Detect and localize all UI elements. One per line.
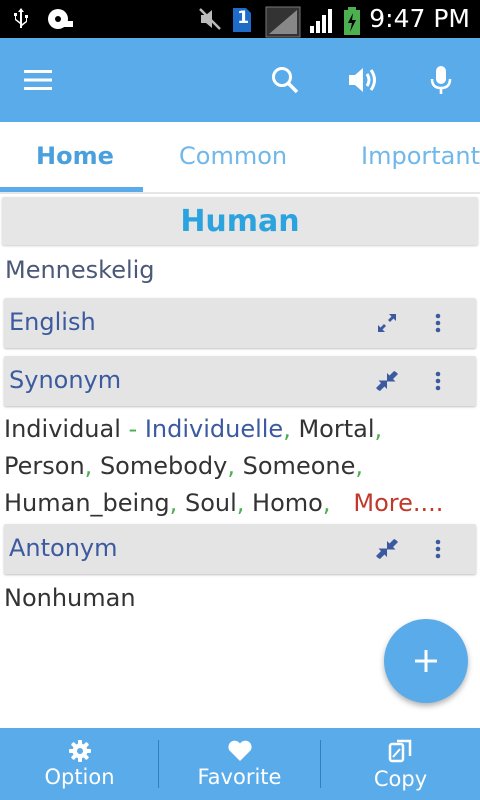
collapse-icon — [376, 539, 398, 559]
synonym-item[interactable]: Someone — [243, 452, 356, 480]
copy-button[interactable]: Copy — [321, 728, 480, 800]
section-antonym-label: Antonym — [9, 534, 118, 562]
separator: , — [227, 452, 235, 480]
add-fab-button[interactable] — [384, 619, 468, 703]
separator: , — [169, 489, 178, 517]
separator: , — [84, 452, 93, 480]
usb-icon — [10, 6, 36, 32]
synonym-dash: - — [120, 415, 145, 443]
tab-bar: Home Common Important — [0, 122, 480, 194]
synonym-list: Individual - Individuelle, Mortal, Perso… — [4, 411, 476, 522]
collapse-icon — [376, 371, 398, 391]
separator: , — [283, 415, 291, 443]
expand-icon — [378, 314, 396, 332]
mic-icon — [430, 66, 452, 94]
section-synonym[interactable]: Synonym — [4, 356, 476, 406]
bottom-bar: Option Favorite Copy — [0, 728, 480, 800]
favorite-button[interactable]: Favorite — [160, 728, 319, 800]
copy-label: Copy — [373, 766, 428, 791]
tab-common[interactable]: Common — [179, 142, 287, 170]
app-bar — [0, 38, 480, 122]
expand-english-button[interactable] — [374, 310, 400, 336]
word-title: Human — [180, 203, 300, 239]
collapse-synonym-button[interactable] — [374, 368, 400, 394]
separator: , — [355, 452, 364, 480]
synonym-item[interactable]: Mortal — [298, 415, 374, 443]
synonym-item[interactable]: Human_being — [4, 489, 170, 517]
more-vert-icon — [435, 371, 441, 391]
separator: , — [236, 489, 245, 517]
synonym-overflow-button[interactable] — [426, 366, 450, 396]
speaker-icon — [349, 68, 376, 92]
sim-badge: 1 — [237, 8, 250, 28]
sim-icon: 1 — [231, 6, 257, 32]
search-button[interactable] — [265, 60, 305, 100]
section-antonym[interactable]: Antonym — [4, 524, 476, 574]
speaker-button[interactable] — [343, 60, 383, 100]
tab-important[interactable]: Important — [361, 142, 480, 170]
word-header: Human — [2, 197, 478, 245]
more-vert-icon — [435, 539, 441, 559]
menu-button[interactable] — [18, 60, 58, 100]
synonym-item[interactable]: Individual — [4, 415, 121, 443]
synonym-translation: Individuelle — [144, 415, 284, 443]
heart-icon — [227, 740, 252, 761]
synonym-item[interactable]: Person — [4, 452, 85, 480]
english-overflow-button[interactable] — [426, 308, 450, 338]
section-english-label: English — [9, 308, 96, 336]
synonym-item[interactable]: Soul — [185, 489, 237, 517]
plus-icon — [415, 650, 437, 672]
media-icon — [46, 6, 73, 32]
section-english[interactable]: English — [4, 298, 476, 348]
mic-button[interactable] — [421, 60, 461, 100]
status-left — [10, 6, 73, 32]
section-synonym-label: Synonym — [9, 366, 122, 394]
battery-charging-icon — [343, 6, 361, 35]
word-translation: Menneskelig — [5, 256, 155, 284]
mute-icon — [197, 6, 223, 32]
copy-icon — [388, 739, 411, 762]
favorite-label: Favorite — [197, 764, 282, 789]
synonym-item[interactable]: Homo — [252, 489, 323, 517]
signal-bars-icon — [309, 6, 335, 33]
more-synonyms-link[interactable]: More.... — [353, 489, 443, 517]
tab-home[interactable]: Home — [36, 142, 114, 170]
search-icon — [272, 67, 299, 94]
signal-icon — [265, 6, 301, 38]
tab-divider — [0, 192, 480, 194]
antonym-overflow-button[interactable] — [426, 534, 450, 564]
status-time: 9:47 PM — [369, 4, 470, 33]
separator: , — [374, 415, 383, 443]
status-right: 1 9:47 PM — [197, 3, 470, 38]
synonym-item[interactable]: Somebody — [100, 452, 227, 480]
status-bar: 1 9:47 PM — [0, 0, 480, 38]
option-button[interactable]: Option — [0, 728, 159, 800]
more-vert-icon — [435, 313, 441, 333]
gear-icon — [68, 739, 91, 762]
collapse-antonym-button[interactable] — [374, 536, 400, 562]
antonym-item[interactable]: Nonhuman — [4, 584, 136, 612]
separator: , — [322, 489, 331, 517]
option-label: Option — [44, 764, 115, 789]
menu-icon — [24, 70, 52, 90]
bottom-divider — [158, 740, 159, 788]
